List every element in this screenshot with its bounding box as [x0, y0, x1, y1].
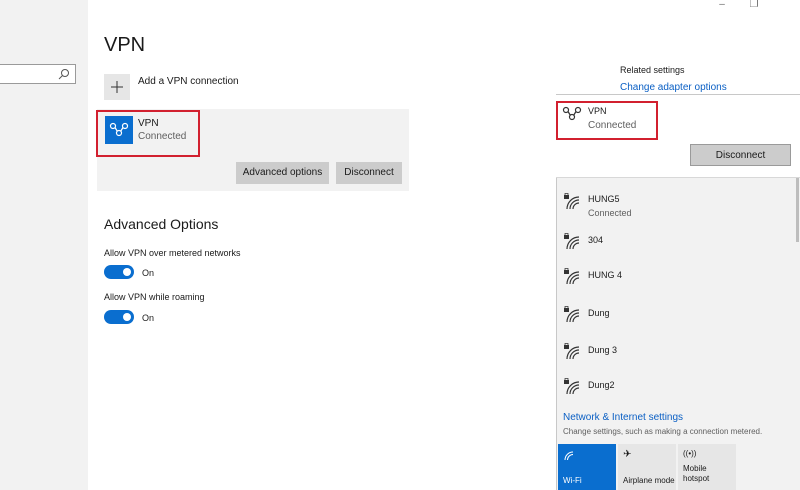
network-name: Dung2: [588, 380, 615, 390]
network-status: Connected: [588, 208, 632, 218]
wifi-tile-label: Wi-Fi: [563, 476, 582, 485]
wifi-secured-icon: [564, 193, 580, 210]
network-name: Dung 3: [588, 345, 618, 355]
airplane-icon: ✈: [623, 449, 632, 460]
wifi-secured-icon: [564, 306, 580, 323]
page-title: VPN: [104, 34, 146, 56]
roaming-toggle-state: On: [142, 313, 155, 323]
wifi-secured-icon: [564, 233, 580, 250]
search-input[interactable]: [0, 64, 76, 84]
toggle-knob: [123, 268, 131, 276]
network-name: Dung: [588, 308, 610, 318]
wifi-secured-icon: [564, 343, 580, 360]
highlight-box: [556, 101, 658, 140]
list-item[interactable]: Dung 3: [563, 343, 783, 373]
list-item[interactable]: HUNG 4: [563, 268, 783, 298]
plus-icon: [111, 81, 123, 93]
change-adapter-options-link[interactable]: Change adapter options: [620, 82, 727, 93]
hotspot-tile-label-2: hotspot: [683, 474, 710, 483]
search-icon: [58, 69, 69, 80]
hotspot-tile-label-1: Mobile: [683, 464, 707, 473]
metered-toggle[interactable]: [104, 265, 134, 279]
airplane-tile-label: Airplane mode: [623, 476, 675, 485]
highlight-box: [96, 110, 200, 157]
network-name: 304: [588, 235, 604, 245]
network-name: HUNG 4: [588, 270, 623, 280]
airplane-mode-tile[interactable]: ✈ Airplane mode: [618, 444, 676, 490]
wifi-tile[interactable]: Wi-Fi: [558, 444, 616, 490]
roaming-toggle[interactable]: [104, 310, 134, 324]
wifi-secured-icon: [564, 378, 580, 395]
metered-toggle-state: On: [142, 268, 155, 278]
toggle-knob: [123, 313, 131, 321]
mobile-hotspot-tile[interactable]: ((•)) Mobile hotspot: [678, 444, 736, 490]
restore-button[interactable]: ❐: [742, 0, 766, 14]
divider: [556, 177, 800, 178]
minimize-button[interactable]: –: [710, 0, 734, 14]
add-vpn-button[interactable]: [104, 74, 130, 100]
metered-toggle-label: Allow VPN over metered networks: [104, 248, 241, 258]
related-settings-heading: Related settings: [620, 65, 685, 75]
list-item[interactable]: Dung2: [563, 378, 783, 408]
hotspot-icon: ((•)): [683, 449, 697, 458]
disconnect-button[interactable]: Disconnect: [336, 162, 402, 184]
scrollbar[interactable]: [796, 178, 799, 242]
network-settings-link[interactable]: Network & Internet settings: [563, 412, 683, 423]
network-settings-description: Change settings, such as making a connec…: [563, 427, 763, 436]
wifi-secured-icon: [564, 268, 580, 285]
wifi-icon: [563, 449, 575, 464]
list-item[interactable]: Dung: [563, 306, 783, 336]
add-vpn-label[interactable]: Add a VPN connection: [138, 76, 239, 87]
advanced-options-heading: Advanced Options: [104, 216, 219, 232]
flyout-disconnect-button[interactable]: Disconnect: [690, 144, 791, 166]
list-item[interactable]: 304: [563, 233, 783, 263]
network-name: HUNG5: [588, 194, 620, 204]
roaming-toggle-label: Allow VPN while roaming: [104, 292, 205, 302]
list-item[interactable]: HUNG5 Connected: [563, 193, 783, 223]
advanced-options-button[interactable]: Advanced options: [236, 162, 329, 184]
